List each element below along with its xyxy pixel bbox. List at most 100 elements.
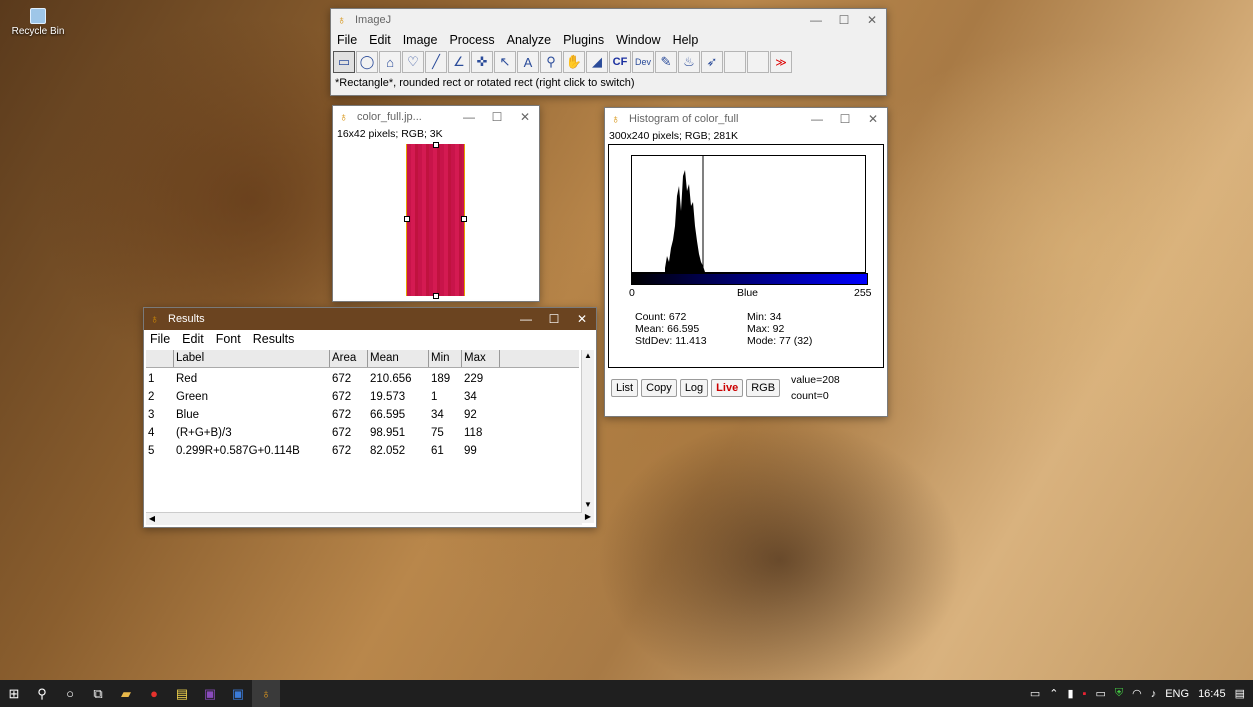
- table-row[interactable]: 5 0.299R+0.587G+0.114B 672 82.052 61 99: [146, 442, 579, 460]
- text-tool[interactable]: A: [517, 51, 539, 73]
- close-button[interactable]: ✕: [858, 13, 886, 27]
- dropper-tool[interactable]: ◢: [586, 51, 608, 73]
- empty-tool-slot[interactable]: [724, 51, 746, 73]
- maximize-button[interactable]: ☐: [540, 312, 568, 326]
- col-header-max[interactable]: Max: [462, 350, 500, 367]
- file-explorer-button[interactable]: ▰: [112, 680, 140, 707]
- minimize-button[interactable]: —: [803, 112, 831, 126]
- close-button[interactable]: ✕: [568, 312, 596, 326]
- menu-window[interactable]: Window: [610, 33, 666, 47]
- language-indicator[interactable]: ENG: [1165, 688, 1189, 700]
- chevron-up-icon[interactable]: ⌃: [1049, 687, 1058, 700]
- col-header-area[interactable]: Area: [330, 350, 368, 367]
- scroll-right-icon[interactable]: ▶: [582, 511, 594, 523]
- results-menu-font[interactable]: Font: [210, 332, 247, 346]
- word-button[interactable]: ▣: [224, 680, 252, 707]
- volume-icon[interactable]: ♪: [1151, 688, 1157, 700]
- scroll-up-icon[interactable]: ▲: [582, 350, 594, 362]
- list-button[interactable]: List: [611, 379, 639, 397]
- maximize-button[interactable]: ☐: [830, 13, 858, 27]
- menu-file[interactable]: File: [331, 33, 363, 47]
- wand-tool[interactable]: ↖: [494, 51, 516, 73]
- col-header-index[interactable]: [146, 350, 174, 367]
- col-header-mean[interactable]: Mean: [368, 350, 429, 367]
- table-row[interactable]: 4 (R+G+B)/3 672 98.951 75 118: [146, 424, 579, 442]
- battery-icon[interactable]: ▭: [1095, 687, 1105, 700]
- results-menu-results[interactable]: Results: [247, 332, 301, 346]
- imagej-titlebar[interactable]: ♁ ImageJ — ☐ ✕: [331, 9, 886, 31]
- flood-fill-tool[interactable]: ♨: [678, 51, 700, 73]
- col-header-label[interactable]: Label: [174, 350, 330, 367]
- results-menu-file[interactable]: File: [144, 332, 176, 346]
- app-tray-icon[interactable]: ▪: [1083, 688, 1087, 700]
- image-titlebar[interactable]: ♁ color_full.jp... — ☐ ✕: [333, 106, 539, 128]
- wifi-icon[interactable]: ◠: [1132, 687, 1142, 700]
- table-row[interactable]: 2 Green 672 19.573 1 34: [146, 388, 579, 406]
- menu-image[interactable]: Image: [397, 33, 444, 47]
- hand-tool[interactable]: ✋: [563, 51, 585, 73]
- close-button[interactable]: ✕: [859, 112, 887, 126]
- scroll-left-icon[interactable]: ◀: [146, 513, 158, 525]
- imagej-taskbar-button[interactable]: ♁: [252, 680, 280, 707]
- menu-plugins[interactable]: Plugins: [557, 33, 610, 47]
- vertical-scrollbar[interactable]: ▲ ▼ ▶: [581, 350, 594, 523]
- security-icon[interactable]: ⛨: [1115, 687, 1123, 700]
- onenote-button[interactable]: ▣: [196, 680, 224, 707]
- line-tool[interactable]: ╱: [425, 51, 447, 73]
- stat-stddev: StdDev: 11.413: [635, 335, 707, 347]
- empty-tool-slot[interactable]: [747, 51, 769, 73]
- minimize-button[interactable]: —: [455, 110, 483, 124]
- maximize-button[interactable]: ☐: [483, 110, 511, 124]
- microphone-icon[interactable]: ▮: [1067, 687, 1073, 700]
- task-view-button[interactable]: ⧉: [84, 680, 112, 707]
- notifications-icon[interactable]: ▤: [1235, 687, 1245, 700]
- more-tools-button[interactable]: ≫: [770, 51, 792, 73]
- magnifier-tool[interactable]: ⚲: [540, 51, 562, 73]
- cf-tool[interactable]: CF: [609, 51, 631, 73]
- selection-handle[interactable]: [433, 142, 439, 148]
- rgb-button[interactable]: RGB: [746, 379, 781, 397]
- freehand-tool[interactable]: ♡: [402, 51, 424, 73]
- histogram-titlebar[interactable]: ♁ Histogram of color_full — ☐ ✕: [605, 108, 887, 130]
- notes-button[interactable]: ▤: [168, 680, 196, 707]
- maximize-button[interactable]: ☐: [831, 112, 859, 126]
- selection-handle[interactable]: [433, 293, 439, 299]
- clock[interactable]: 16:45: [1198, 688, 1226, 700]
- brush-tool[interactable]: ✎: [655, 51, 677, 73]
- table-row[interactable]: 3 Blue 672 66.595 34 92: [146, 406, 579, 424]
- action-center-keyboard-icon[interactable]: ▭: [1030, 687, 1040, 700]
- menu-analyze[interactable]: Analyze: [501, 33, 557, 47]
- arrow-tool[interactable]: ➶: [701, 51, 723, 73]
- menu-process[interactable]: Process: [443, 33, 500, 47]
- rectangle-tool[interactable]: ▭: [333, 51, 355, 73]
- results-menu-edit[interactable]: Edit: [176, 332, 210, 346]
- log-button[interactable]: Log: [679, 379, 709, 397]
- recycle-bin-shortcut[interactable]: Recycle Bin: [8, 8, 68, 37]
- oval-tool[interactable]: ◯: [356, 51, 378, 73]
- polygon-tool[interactable]: ⌂: [379, 51, 401, 73]
- horizontal-scrollbar[interactable]: ◀: [146, 512, 582, 525]
- live-button[interactable]: Live: [711, 379, 744, 397]
- results-titlebar[interactable]: ♁ Results — ☐ ✕: [144, 308, 596, 330]
- image-canvas[interactable]: [406, 144, 465, 296]
- start-button[interactable]: ⊞: [0, 680, 28, 707]
- search-button[interactable]: ⚲: [28, 680, 56, 707]
- dev-tool[interactable]: Dev: [632, 51, 654, 73]
- selection-handle[interactable]: [461, 216, 467, 222]
- col-header-min[interactable]: Min: [429, 350, 462, 367]
- scroll-down-icon[interactable]: ▼: [582, 499, 594, 511]
- multipoint-tool[interactable]: ✜: [471, 51, 493, 73]
- angle-tool[interactable]: ∠: [448, 51, 470, 73]
- opera-button[interactable]: ●: [140, 680, 168, 707]
- selection-handle[interactable]: [404, 216, 410, 222]
- copy-button[interactable]: Copy: [641, 379, 677, 397]
- minimize-button[interactable]: —: [802, 13, 830, 27]
- cortana-button[interactable]: ○: [56, 680, 84, 707]
- histogram-plot[interactable]: [631, 155, 866, 273]
- table-row[interactable]: 1 Red 672 210.656 189 229: [146, 370, 579, 388]
- close-button[interactable]: ✕: [511, 110, 539, 124]
- minimize-button[interactable]: —: [512, 312, 540, 326]
- cortana-icon: ○: [66, 686, 74, 701]
- menu-help[interactable]: Help: [667, 33, 705, 47]
- menu-edit[interactable]: Edit: [363, 33, 397, 47]
